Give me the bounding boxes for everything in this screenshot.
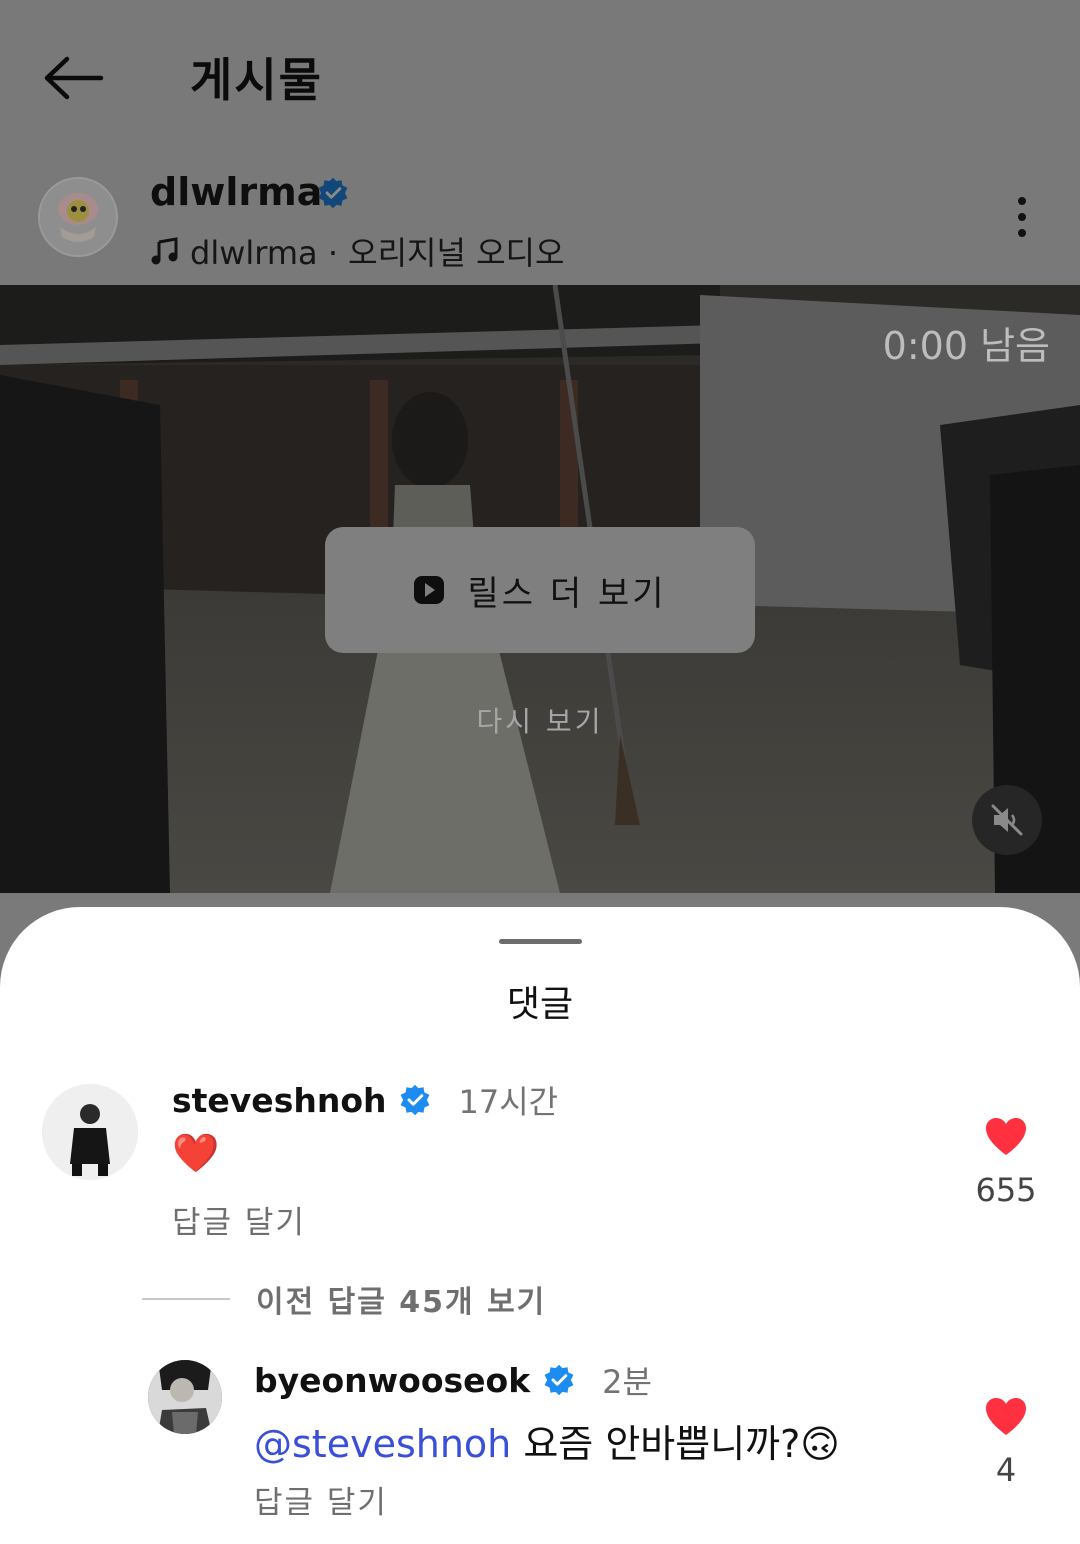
mute-toggle[interactable]: [972, 785, 1042, 855]
like-group: 655: [966, 1117, 1046, 1209]
post-username[interactable]: dlwlrma: [150, 170, 322, 214]
reel-video[interactable]: 0:00 남음 릴스 더 보기 다시 보기: [0, 285, 1080, 893]
heart-filled-icon[interactable]: [984, 1117, 1028, 1157]
reply-username[interactable]: byeonwooseok: [254, 1361, 530, 1400]
sheet-drag-handle[interactable]: [499, 939, 582, 944]
reply-button[interactable]: 답글 달기: [254, 1477, 388, 1522]
audio-label: dlwlrma · 오리지널 오디오: [190, 234, 565, 272]
profile-avatar[interactable]: [38, 177, 118, 257]
like-group: 4: [966, 1397, 1046, 1489]
commenter-avatar[interactable]: [42, 1084, 138, 1180]
replay-button[interactable]: 다시 보기: [0, 700, 1080, 740]
vertical-dots-icon: [1018, 197, 1026, 205]
audio-link[interactable]: dlwlrma · 오리지널 오디오: [150, 228, 564, 274]
thread-line: [142, 1298, 230, 1300]
arrow-left-icon: [44, 56, 104, 100]
more-reels-button[interactable]: 릴스 더 보기: [325, 527, 755, 653]
verified-badge-icon: [401, 1084, 430, 1116]
heart-filled-icon[interactable]: [984, 1397, 1028, 1437]
more-options-button[interactable]: [1000, 195, 1044, 239]
speaker-muted-icon: [991, 804, 1023, 836]
comments-sheet: 댓글 steveshnoh 17시간 ❤️ 답글 달기 655 이전 답글 45…: [0, 907, 1080, 1544]
dimmed-post-area: 게시물 dlwlrma dlwlrma · 오리지널 오디오 0:00 남음 릴…: [0, 0, 1080, 900]
top-bar: 게시물: [0, 0, 1080, 150]
comments-title: 댓글: [506, 984, 574, 1025]
dot: [1018, 213, 1026, 221]
back-button[interactable]: [38, 48, 110, 108]
avatar-photo: [42, 1084, 138, 1180]
music-note-icon: [151, 237, 178, 265]
comment-text: ❤️: [172, 1131, 220, 1175]
play-square-icon: [414, 576, 445, 604]
view-previous-replies[interactable]: 이전 답글 45개 보기: [142, 1277, 546, 1321]
like-count: 4: [995, 1451, 1017, 1489]
reply-message: 요즘 안바쁩니까?🙃: [511, 1422, 840, 1466]
reply-header: byeonwooseok 2분: [254, 1357, 652, 1403]
avatar-photo: [148, 1360, 222, 1434]
comment-header: steveshnoh 17시간: [172, 1077, 558, 1123]
view-previous-replies-label: 이전 답글 45개 보기: [256, 1285, 547, 1320]
dot: [1018, 229, 1026, 237]
more-reels-label: 릴스 더 보기: [467, 573, 667, 614]
page-title: 게시물: [190, 53, 323, 107]
time-remaining: 0:00 남음: [882, 324, 1050, 368]
comment-time: 17시간: [458, 1083, 559, 1121]
reply-time: 2분: [602, 1363, 652, 1401]
verified-badge-icon: [544, 1364, 574, 1396]
reply-button[interactable]: 답글 달기: [172, 1197, 306, 1242]
mention-link[interactable]: @steveshnoh: [254, 1422, 511, 1466]
post-header: dlwlrma dlwlrma · 오리지널 오디오: [0, 150, 1080, 285]
comment-username[interactable]: steveshnoh: [172, 1081, 386, 1120]
reply-text: @steveshnoh 요즘 안바쁩니까?🙃: [254, 1413, 840, 1468]
verified-badge-icon: [318, 177, 348, 209]
avatar-illustration: [40, 179, 116, 255]
like-count: 655: [975, 1171, 1037, 1209]
replier-avatar[interactable]: [148, 1360, 222, 1434]
